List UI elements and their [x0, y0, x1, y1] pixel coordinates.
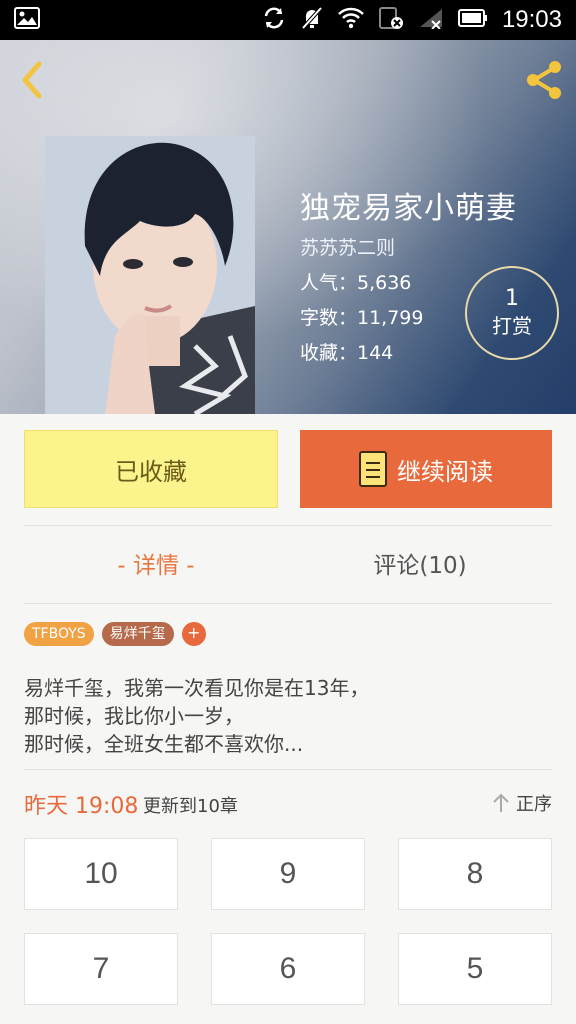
word-count: 字数：11,799	[300, 307, 424, 329]
signal-icon	[418, 7, 444, 33]
continue-reading-label: 继续阅读	[397, 457, 493, 486]
favorites-count: 收藏：144	[300, 342, 394, 364]
divider	[24, 525, 552, 526]
sim-icon	[378, 6, 404, 34]
chevron-left-icon	[22, 61, 42, 99]
description-line: 那时候，全班女生都不喜欢你...	[24, 732, 304, 756]
sync-icon	[262, 6, 286, 34]
battery-icon	[457, 8, 488, 32]
book-header: 独宠易家小萌妻 苏苏苏二则 人气：5,636 字数：11,799 收藏：144 …	[0, 40, 576, 414]
cover-portrait	[45, 136, 255, 414]
sort-order-label: 正序	[516, 794, 552, 815]
back-button[interactable]	[14, 58, 50, 102]
share-button[interactable]	[520, 56, 568, 104]
share-icon	[527, 61, 561, 99]
chapter-button[interactable]: 6	[211, 933, 365, 1005]
tag-chip[interactable]: 易烊千玺	[101, 622, 174, 646]
tab-detail[interactable]: - 详情 -	[24, 540, 288, 592]
update-time: 昨天 19:08	[24, 794, 139, 819]
sort-order-button[interactable]: 正序	[492, 790, 552, 816]
book-description[interactable]: 易烊千玺，我第一次看见你是在13年， 那时候，我比你小一岁， 那时候，全班女生都…	[24, 674, 552, 758]
description-line: 那时候，我比你小一岁，	[24, 704, 244, 728]
description-line: 易烊千玺，我第一次看见你是在13年，	[24, 676, 370, 700]
update-status: 更新到10章	[143, 796, 238, 817]
mute-icon	[300, 6, 324, 34]
tab-comments[interactable]: 评论(10)	[288, 540, 552, 592]
book-title: 独宠易家小萌妻	[300, 191, 517, 226]
continue-reading-button[interactable]: 继续阅读	[300, 430, 552, 508]
collected-label: 已收藏	[115, 457, 187, 486]
chapter-button[interactable]: 10	[24, 838, 178, 910]
divider	[24, 603, 552, 604]
status-time: 19:03	[501, 6, 562, 33]
wifi-icon	[338, 7, 364, 33]
add-tag-button[interactable]: +	[181, 622, 206, 646]
popularity-count: 人气：5,636	[300, 272, 412, 294]
collected-button[interactable]: 已收藏	[24, 430, 278, 508]
tag-list: TFBOYS 易烊千玺 +	[24, 622, 206, 646]
image-icon	[14, 7, 40, 33]
reward-label: 打赏	[492, 314, 532, 338]
book-cover[interactable]	[45, 136, 255, 414]
chapter-button[interactable]: 7	[24, 933, 178, 1005]
reward-button[interactable]: 1 打赏	[465, 266, 559, 360]
book-author[interactable]: 苏苏苏二则	[300, 233, 395, 260]
chapter-button[interactable]: 8	[398, 838, 552, 910]
divider	[24, 769, 552, 770]
reward-count: 1	[505, 286, 519, 311]
book-icon	[359, 451, 387, 487]
chapter-button[interactable]: 5	[398, 933, 552, 1005]
status-bar: 19:03	[0, 0, 576, 40]
tag-chip[interactable]: TFBOYS	[24, 622, 94, 646]
chapter-button[interactable]: 9	[211, 838, 365, 910]
arrow-up-icon	[493, 793, 509, 812]
